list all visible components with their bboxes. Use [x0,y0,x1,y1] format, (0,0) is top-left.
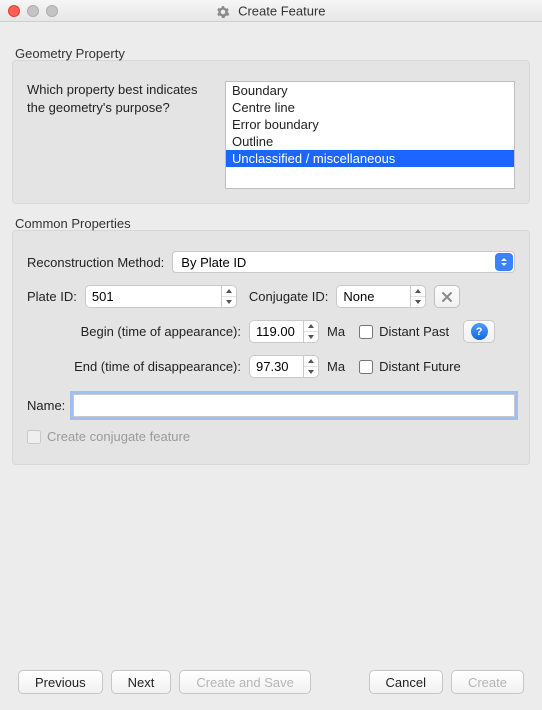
begin-ma-label: Ma [327,324,345,339]
gear-icon [216,4,230,18]
geometry-option[interactable]: Centre line [226,99,514,116]
plate-id-stepper[interactable] [85,285,237,308]
geometry-legend: Geometry Property [15,46,125,61]
begin-time-stepper[interactable] [249,320,319,343]
geometry-option[interactable]: Boundary [226,82,514,99]
geometry-option[interactable]: Error boundary [226,116,514,133]
plate-id-label: Plate ID: [27,289,77,304]
reconstruction-method-label: Reconstruction Method: [27,255,164,270]
conjugate-id-label: Conjugate ID: [249,289,329,304]
titlebar: Create Feature [0,0,542,22]
end-time-input[interactable] [249,355,303,378]
distant-future-checkbox[interactable]: Distant Future [359,359,461,374]
conjugate-id-stepper[interactable] [336,285,426,308]
begin-time-label: Begin (time of appearance): [45,324,241,339]
help-button[interactable]: ? [463,320,495,343]
begin-time-input[interactable] [249,320,303,343]
common-properties-group: Common Properties Reconstruction Method:… [12,230,530,465]
distant-past-label: Distant Past [379,324,449,339]
geometry-prompt: Which property best indicates the geomet… [27,81,207,189]
plate-id-input[interactable] [85,285,221,308]
reconstruction-method-select[interactable]: By Plate ID [172,251,515,273]
name-input[interactable] [73,394,515,417]
end-time-label: End (time of disappearance): [45,359,241,374]
name-label: Name: [27,398,65,413]
cancel-button[interactable]: Cancel [369,670,443,694]
create-button[interactable]: Create [451,670,524,694]
next-button[interactable]: Next [111,670,172,694]
footer-buttons: Previous Next Create and Save Cancel Cre… [0,656,542,710]
end-ma-label: Ma [327,359,345,374]
previous-button[interactable]: Previous [18,670,103,694]
geometry-option[interactable]: Unclassified / miscellaneous [226,150,514,167]
clear-conjugate-button[interactable] [434,285,460,308]
conjugate-id-input[interactable] [336,285,410,308]
end-time-stepper[interactable] [249,355,319,378]
geometry-option[interactable]: Outline [226,133,514,150]
geometry-purpose-list[interactable]: BoundaryCentre lineError boundaryOutline… [225,81,515,189]
create-conjugate-label: Create conjugate feature [47,429,190,444]
distant-past-checkbox[interactable]: Distant Past [359,324,449,339]
chevron-up-down-icon [495,253,513,271]
create-conjugate-checkbox: Create conjugate feature [27,429,515,444]
help-icon: ? [471,323,488,340]
close-button[interactable] [8,5,20,17]
geometry-property-group: Geometry Property Which property best in… [12,60,530,204]
minimize-button[interactable] [27,5,39,17]
distant-future-label: Distant Future [379,359,461,374]
zoom-button[interactable] [46,5,58,17]
common-legend: Common Properties [15,216,131,231]
create-and-save-button[interactable]: Create and Save [179,670,311,694]
window-title: Create Feature [238,4,325,19]
window-controls [8,5,58,17]
